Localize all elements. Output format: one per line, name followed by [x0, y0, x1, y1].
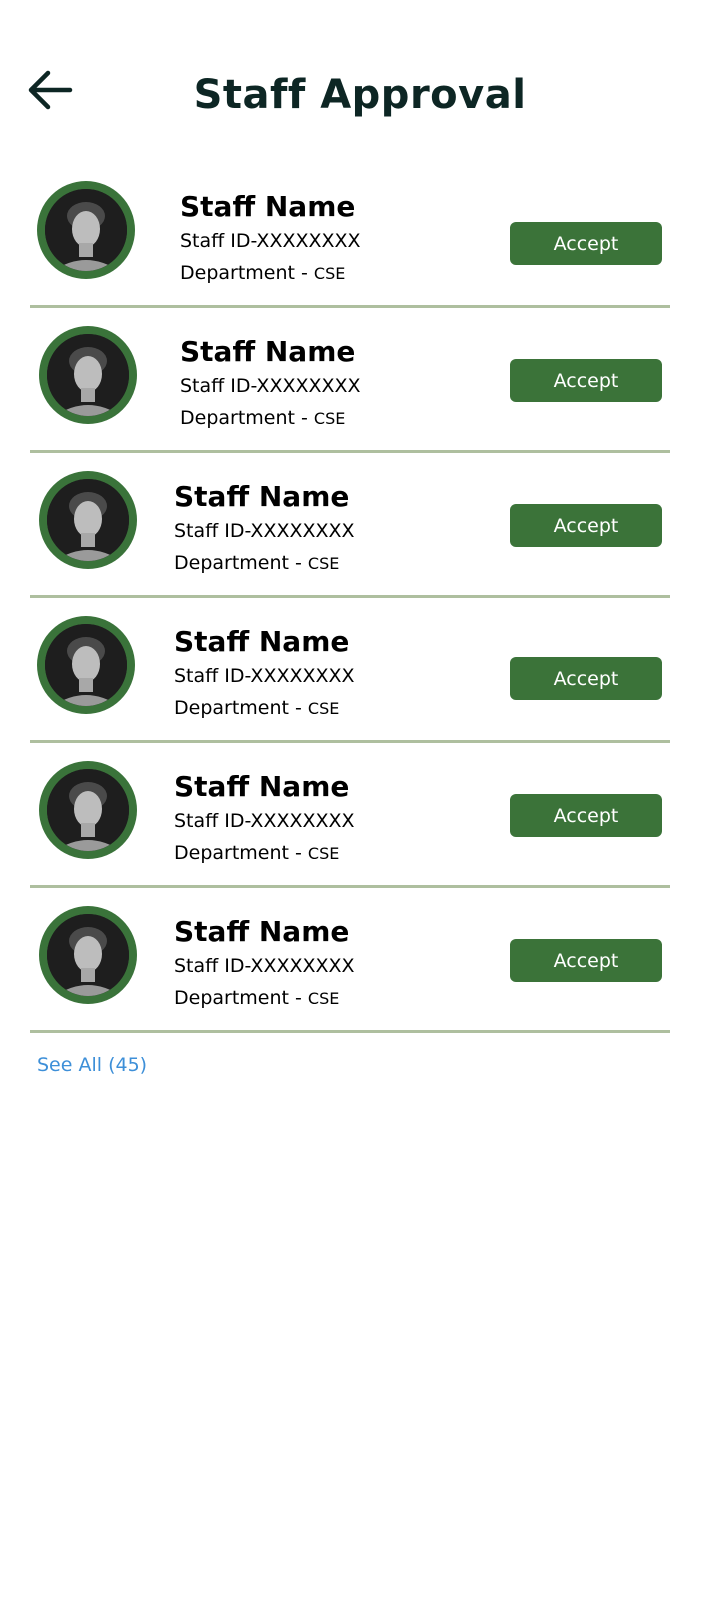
staff-info: Staff Name Staff ID-XXXXXXXX Department …	[180, 189, 361, 290]
staff-list: Staff Name Staff ID-XXXXXXXX Department …	[30, 163, 670, 1033]
accept-button[interactable]: Accept	[510, 504, 662, 547]
staff-row: Staff Name Staff ID-XXXXXXXX Department …	[30, 743, 670, 888]
accept-button[interactable]: Accept	[510, 657, 662, 700]
staff-info: Staff Name Staff ID-XXXXXXXX Department …	[174, 769, 355, 870]
accept-button[interactable]: Accept	[510, 222, 662, 265]
app-header: Staff Approval	[0, 0, 720, 150]
department-code: CSE	[313, 264, 346, 283]
staff-info: Staff Name Staff ID-XXXXXXXX Department …	[180, 334, 361, 435]
staff-row: Staff Name Staff ID-XXXXXXXX Department …	[30, 598, 670, 743]
staff-id: Staff ID-XXXXXXXX	[174, 955, 355, 977]
department-label: Department -	[174, 697, 308, 719]
avatar-photo	[47, 914, 129, 996]
staff-info: Staff Name Staff ID-XXXXXXXX Department …	[174, 914, 355, 1015]
staff-avatar	[39, 471, 137, 569]
department-label: Department -	[174, 987, 308, 1009]
staff-row: Staff Name Staff ID-XXXXXXXX Department …	[30, 308, 670, 453]
staff-department: Department - CSE	[174, 547, 355, 580]
staff-row: Staff Name Staff ID-XXXXXXXX Department …	[30, 453, 670, 598]
department-label: Department -	[174, 842, 308, 864]
staff-department: Department - CSE	[174, 837, 355, 870]
staff-avatar	[37, 181, 135, 279]
staff-id: Staff ID-XXXXXXXX	[174, 665, 355, 687]
avatar-photo	[45, 624, 127, 706]
department-label: Department -	[174, 552, 308, 574]
staff-name: Staff Name	[174, 915, 350, 948]
department-code: CSE	[307, 844, 340, 863]
staff-avatar	[39, 761, 137, 859]
staff-row: Staff Name Staff ID-XXXXXXXX Department …	[30, 163, 670, 308]
accept-button[interactable]: Accept	[510, 359, 662, 402]
accept-button[interactable]: Accept	[510, 794, 662, 837]
staff-id: Staff ID-XXXXXXXX	[180, 230, 361, 252]
staff-id: Staff ID-XXXXXXXX	[180, 375, 361, 397]
staff-info: Staff Name Staff ID-XXXXXXXX Department …	[174, 479, 355, 580]
page-title: Staff Approval	[193, 72, 527, 118]
staff-name: Staff Name	[174, 770, 350, 803]
department-code: CSE	[307, 989, 340, 1008]
avatar-photo	[47, 479, 129, 561]
staff-name: Staff Name	[180, 190, 356, 223]
avatar-photo	[47, 334, 129, 416]
avatar-photo	[47, 769, 129, 851]
see-all-link[interactable]: See All (45)	[37, 1052, 147, 1078]
staff-department: Department - CSE	[180, 257, 361, 290]
staff-avatar	[39, 906, 137, 1004]
staff-id: Staff ID-XXXXXXXX	[174, 810, 355, 832]
staff-name: Staff Name	[180, 335, 356, 368]
staff-id: Staff ID-XXXXXXXX	[174, 520, 355, 542]
staff-avatar	[37, 616, 135, 714]
staff-name: Staff Name	[174, 625, 350, 658]
department-code: CSE	[307, 699, 340, 718]
staff-name: Staff Name	[174, 480, 350, 513]
staff-department: Department - CSE	[180, 402, 361, 435]
department-code: CSE	[307, 554, 340, 573]
avatar-photo	[45, 189, 127, 271]
staff-row: Staff Name Staff ID-XXXXXXXX Department …	[30, 888, 670, 1033]
department-label: Department -	[180, 262, 314, 284]
staff-department: Department - CSE	[174, 982, 355, 1015]
staff-info: Staff Name Staff ID-XXXXXXXX Department …	[174, 624, 355, 725]
department-code: CSE	[313, 409, 346, 428]
accept-button[interactable]: Accept	[510, 939, 662, 982]
staff-avatar	[39, 326, 137, 424]
staff-department: Department - CSE	[174, 692, 355, 725]
department-label: Department -	[180, 407, 314, 429]
